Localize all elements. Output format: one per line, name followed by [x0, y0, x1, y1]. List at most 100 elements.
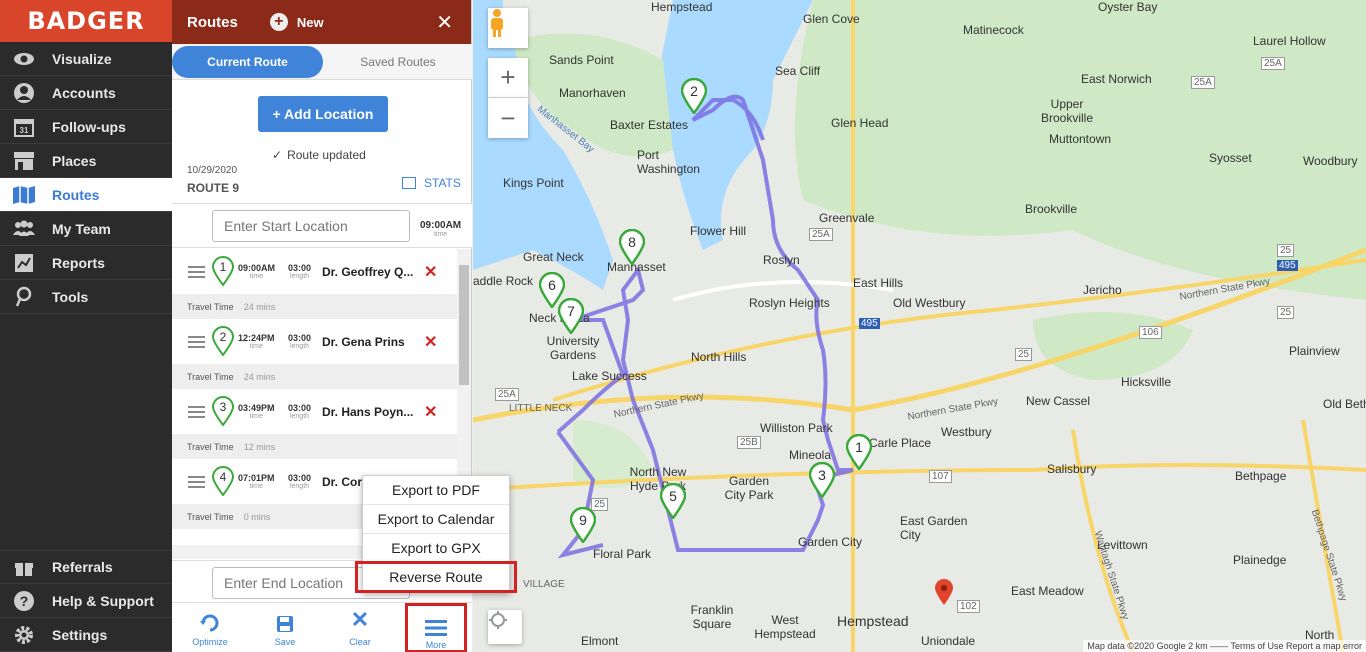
add-location-button[interactable]: + Add Location	[258, 96, 388, 132]
list-item[interactable]: 1 09:00AM time 03:00 length Dr. Geoffrey Q…	[172, 249, 457, 294]
clear-button[interactable]: ✕ Clear	[330, 603, 390, 652]
svg-text:1: 1	[220, 260, 227, 274]
start-location-row: Enter Start Location 09:00AM time	[172, 203, 472, 248]
stop-time[interactable]: 12:24PM time	[238, 333, 275, 350]
start-time[interactable]: 09:00AM time	[420, 220, 461, 238]
zoom-out-button[interactable]: −	[488, 98, 528, 138]
new-route-button[interactable]: + New	[269, 13, 324, 31]
list-item[interactable]: 2 12:24PM time 03:00 length Dr. Gena Prins…	[172, 319, 457, 364]
map-label: University Gardens	[546, 334, 600, 362]
calendar-icon: 31	[12, 116, 36, 138]
list-item[interactable]: 3 03:49PM time 03:00 length Dr. Hans Poyn.…	[172, 389, 457, 434]
stop-length[interactable]: 03:00 length	[288, 263, 311, 280]
delete-icon[interactable]: ✕	[424, 332, 437, 352]
stop-time[interactable]: 09:00AM time	[238, 263, 275, 280]
route-shield: 107	[929, 470, 952, 483]
start-location-input[interactable]: Enter Start Location	[212, 210, 410, 242]
more-button[interactable]: More	[405, 603, 467, 652]
map-label: Garden City Park	[724, 474, 774, 502]
svg-text:2: 2	[220, 330, 227, 344]
save-button[interactable]: Save	[255, 603, 315, 652]
map-label: Plainedge	[1233, 553, 1287, 567]
route-shield: 25A	[495, 388, 519, 401]
tab-current-route[interactable]: Current Route	[172, 46, 323, 78]
close-icon[interactable]: ✕	[436, 10, 453, 35]
nav-item-settings[interactable]: Settings	[0, 618, 172, 652]
nav-item-visualize[interactable]: Visualize	[0, 42, 172, 76]
zoom-in-button[interactable]: +	[488, 58, 528, 98]
stop-length[interactable]: 03:00 length	[288, 333, 311, 350]
stop-name: Dr. Gena Prins	[322, 334, 405, 349]
drag-handle-icon[interactable]	[188, 403, 205, 421]
stop-length[interactable]: 03:00 length	[288, 473, 311, 490]
svg-text:9: 9	[579, 512, 587, 528]
route-shield: 25	[1277, 244, 1295, 257]
stop-time[interactable]: 03:49PM time	[238, 403, 275, 420]
map-marker[interactable]: 3	[809, 462, 835, 498]
delete-icon[interactable]: ✕	[424, 262, 437, 282]
location-pin-icon[interactable]	[934, 578, 954, 606]
map-label: Roslyn Heights	[749, 296, 830, 310]
nav-item-label: Visualize	[52, 50, 112, 67]
drag-handle-icon[interactable]	[188, 263, 205, 281]
map-label: Bethpage	[1235, 469, 1287, 483]
street-view-button[interactable]	[488, 8, 528, 48]
map-marker[interactable]: 8	[619, 229, 645, 265]
store-icon	[12, 150, 36, 172]
map-marker[interactable]: 5	[660, 483, 686, 519]
map-label: Woodbury	[1303, 154, 1358, 168]
route-tabs: Current Route Saved Routes	[172, 44, 472, 80]
nav-item-follow-ups[interactable]: 31 Follow-ups	[0, 110, 172, 144]
nav-item-help[interactable]: ? Help & Support	[0, 584, 172, 618]
map-label: Hicksville	[1121, 375, 1172, 389]
map-marker[interactable]: 2	[681, 78, 707, 114]
map-label: Floral Park	[593, 547, 652, 561]
tools-icon	[12, 286, 36, 308]
my-location-button[interactable]	[488, 610, 522, 644]
nav-item-places[interactable]: Places	[0, 144, 172, 178]
nav-item-referrals[interactable]: Referrals	[0, 550, 172, 584]
nav-item-routes[interactable]: Routes	[0, 178, 172, 212]
stats-button[interactable]: STATS	[402, 176, 461, 190]
map-label: Sands Point	[549, 53, 614, 67]
nav-item-tools[interactable]: Tools	[0, 280, 172, 314]
map-marker[interactable]: 7	[558, 298, 584, 334]
map-label: East Meadow	[1011, 584, 1084, 598]
map-label: East Garden City	[900, 514, 968, 542]
map-label: Lake Success	[572, 369, 647, 383]
report-icon	[12, 252, 36, 274]
drag-handle-icon[interactable]	[188, 473, 205, 491]
map-label: Laurel Hollow	[1253, 34, 1326, 48]
map-label: Greenvale	[819, 211, 875, 225]
export-calendar-item[interactable]: Export to Calendar	[363, 505, 509, 534]
export-pdf-item[interactable]: Export to PDF	[363, 476, 509, 505]
map-label: Glen Head	[831, 116, 889, 130]
nav-item-my-team[interactable]: My Team	[0, 212, 172, 246]
map-label: Westbury	[941, 425, 992, 439]
map-label: Glen Cove	[803, 12, 860, 26]
badger-logo[interactable]: BADGER	[0, 0, 172, 42]
map-label: Baxter Estates	[610, 118, 689, 132]
stop-time[interactable]: 07:01PM time	[238, 473, 275, 490]
tab-saved-routes[interactable]: Saved Routes	[334, 46, 462, 78]
plus-icon: +	[269, 13, 288, 31]
delete-icon[interactable]: ✕	[424, 402, 437, 422]
map-marker[interactable]: 9	[570, 507, 596, 543]
svg-text:?: ?	[20, 593, 29, 609]
map-label: Upper Brookville	[1040, 97, 1094, 125]
panel-toolbar: Optimize Save ✕ Clear More	[172, 602, 472, 652]
nav-item-reports[interactable]: Reports	[0, 246, 172, 280]
drag-handle-icon[interactable]	[188, 333, 205, 351]
map-marker[interactable]: 1	[846, 434, 872, 470]
panel-header: Routes + New ✕	[172, 0, 471, 44]
nav-item-accounts[interactable]: Accounts	[0, 76, 172, 110]
map-attribution[interactable]: Map data ©2020 Google 2 km —— Terms of U…	[1083, 640, 1366, 652]
export-gpx-item[interactable]: Export to GPX	[363, 534, 509, 563]
map-label: Sea Cliff	[775, 64, 821, 78]
stop-length[interactable]: 03:00 length	[288, 403, 311, 420]
interstate-shield: 495	[859, 318, 880, 329]
optimize-button[interactable]: Optimize	[180, 603, 240, 652]
route-map[interactable]: Glen Cove Matinecock Sea Cliff Oyster Ba…	[473, 0, 1366, 652]
gift-icon	[12, 556, 36, 578]
map-label: Kings Point	[503, 176, 564, 190]
